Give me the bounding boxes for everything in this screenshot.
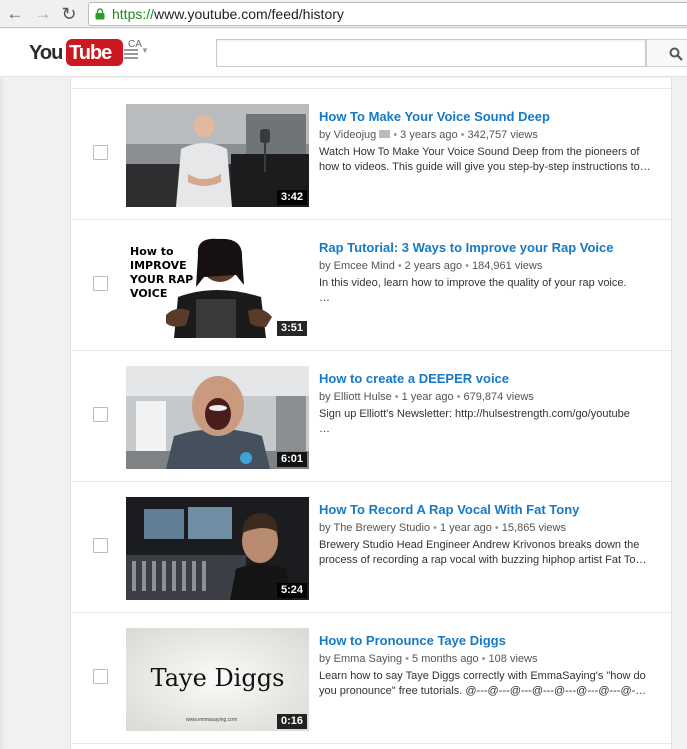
upload-age: 5 months ago xyxy=(412,653,479,665)
channel-link[interactable]: by The Brewery Studio xyxy=(319,522,430,534)
select-checkbox[interactable] xyxy=(93,276,108,291)
search-input[interactable] xyxy=(216,39,646,67)
video-thumbnail[interactable]: How to IMPROVE YOUR RAP VOICE 3:51 xyxy=(126,235,309,338)
video-meta: by Emma Saying • 5 months ago • 108 views xyxy=(319,653,538,665)
view-count: 679,874 views xyxy=(463,391,534,403)
view-count: 342,757 views xyxy=(467,129,538,141)
video-title-link[interactable]: How to create a DEEPER voice xyxy=(319,371,509,386)
video-description: Brewery Studio Head Engineer Andrew Kriv… xyxy=(319,539,647,566)
video-description: Sign up Elliott's Newsletter: http://hul… xyxy=(319,408,630,435)
duration-badge: 6:01 xyxy=(276,452,307,467)
thumbnail-url-text: www.emmasaying.com xyxy=(186,717,238,723)
video-thumbnail[interactable]: 6:01 xyxy=(126,366,309,469)
video-meta: by Videojug • 3 years ago • 342,757 views xyxy=(319,129,538,141)
url-text: https://www.youtube.com/feed/history xyxy=(112,6,344,22)
view-count: 15,865 views xyxy=(501,522,566,534)
video-meta: by Elliott Hulse • 1 year ago • 679,874 view… xyxy=(319,391,534,403)
duration-badge: 3:42 xyxy=(276,190,307,205)
video-description: Watch How To Make Your Voice Sound Deep … xyxy=(319,146,651,173)
list-item: 3:42 How To Make Your Voice Sound Deep b… xyxy=(71,89,671,220)
video-description: Learn how to say Taye Diggs correctly wi… xyxy=(319,670,647,697)
list-item: How to IMPROVE YOUR RAP VOICE 3:51 Rap T… xyxy=(71,220,671,351)
video-thumbnail[interactable]: Taye Diggs www.emmasaying.com 0:16 xyxy=(126,628,309,731)
search-button[interactable] xyxy=(646,39,687,67)
thumbnail-text: How to IMPROVE YOUR RAP VOICE xyxy=(130,245,194,300)
select-checkbox[interactable] xyxy=(93,538,108,553)
guide-menu-icon[interactable] xyxy=(124,49,138,59)
view-count: 184,961 views xyxy=(472,260,543,272)
video-title-link[interactable]: How To Make Your Voice Sound Deep xyxy=(319,109,550,124)
search-icon xyxy=(669,47,683,61)
address-bar[interactable]: https://www.youtube.com/feed/history xyxy=(88,2,687,26)
video-title-link[interactable]: Rap Tutorial: 3 Ways to Improve your Rap… xyxy=(319,240,613,255)
list-item: 6:01 How to create a DEEPER voice by Ell… xyxy=(71,351,671,482)
lock-icon xyxy=(95,8,105,20)
select-checkbox[interactable] xyxy=(93,669,108,684)
upload-age: 1 year ago xyxy=(401,391,454,403)
video-thumbnail[interactable]: 5:24 xyxy=(126,497,309,600)
channel-link[interactable]: by Emma Saying xyxy=(319,653,402,665)
list-item: Taye Diggs www.emmasaying.com 0:16 How t… xyxy=(71,613,671,744)
forward-arrow-icon[interactable]: → xyxy=(33,4,53,24)
thumbnail-title-text: Taye Diggs xyxy=(150,664,285,692)
duration-badge: 3:51 xyxy=(276,321,307,336)
history-feed: 3:42 How To Make Your Voice Sound Deep b… xyxy=(70,78,672,749)
youtube-masthead: You Tube CA ▼ xyxy=(0,29,687,77)
video-thumbnail[interactable]: 3:42 xyxy=(126,104,309,207)
video-title-link[interactable]: How to Pronounce Taye Diggs xyxy=(319,633,506,648)
browser-toolbar: ← → ↻ https://www.youtube.com/feed/histo… xyxy=(0,0,687,28)
chevron-down-icon[interactable]: ▼ xyxy=(141,46,149,55)
verified-icon xyxy=(379,130,391,138)
view-count: 108 views xyxy=(488,653,538,665)
select-checkbox[interactable] xyxy=(93,407,108,422)
upload-age: 3 years ago xyxy=(400,129,458,141)
video-title-link[interactable]: How To Record A Rap Vocal With Fat Tony xyxy=(319,502,579,517)
reload-icon[interactable]: ↻ xyxy=(59,4,79,24)
video-description: In this video, learn how to improve the … xyxy=(319,277,627,304)
upload-age: 1 year ago xyxy=(439,522,492,534)
channel-link[interactable]: by Videojug xyxy=(319,129,376,141)
video-meta: by The Brewery Studio • 1 year ago • 15,865 … xyxy=(319,522,566,534)
video-meta: by Emcee Mind • 2 years ago • 184,961 views xyxy=(319,260,543,272)
list-item: 5:24 How To Record A Rap Vocal With Fat … xyxy=(71,482,671,613)
back-arrow-icon[interactable]: ← xyxy=(5,4,25,24)
upload-age: 2 years ago xyxy=(404,260,463,272)
channel-link[interactable]: by Elliott Hulse xyxy=(319,391,392,403)
select-checkbox[interactable] xyxy=(93,145,108,160)
duration-badge: 0:16 xyxy=(276,714,307,729)
channel-link[interactable]: by Emcee Mind xyxy=(319,260,395,272)
duration-badge: 5:24 xyxy=(276,583,307,598)
